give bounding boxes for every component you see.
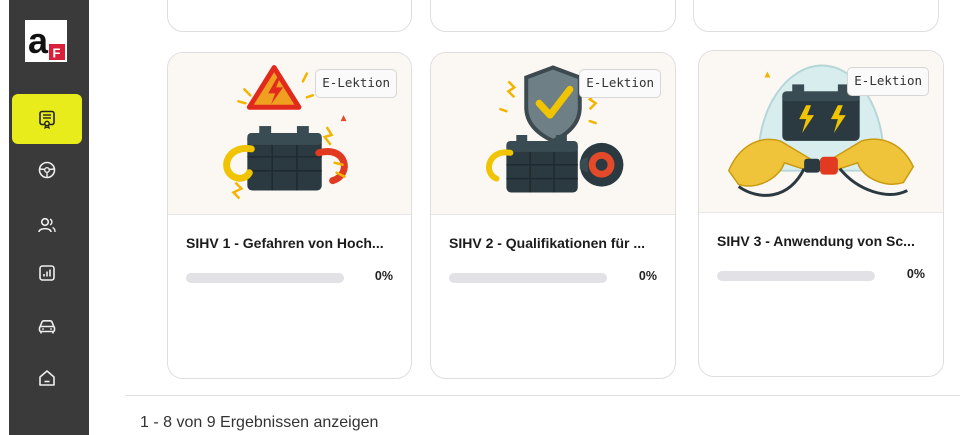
certificate-icon — [39, 110, 55, 129]
course-card-previous[interactable] — [693, 0, 939, 32]
course-card-previous[interactable] — [430, 0, 676, 32]
course-card[interactable]: E-Lektion SIHV 3 - Anwendung von Sc... 0… — [698, 50, 944, 377]
progress-bar — [449, 273, 607, 283]
card-image-area: E-Lektion — [699, 51, 943, 213]
wheel-icon — [38, 161, 56, 179]
chart-icon — [39, 265, 55, 281]
home-icon — [39, 370, 55, 386]
app-logo[interactable]: a F — [25, 20, 67, 62]
course-title: SIHV 1 - Gefahren von Hoch... — [186, 235, 384, 251]
logo-letter: a — [28, 20, 49, 61]
left-edge — [0, 0, 9, 435]
progress-percent: 0% — [374, 269, 393, 283]
course-title: SIHV 3 - Anwendung von Sc... — [717, 233, 915, 249]
users-icon — [38, 217, 56, 233]
sidebar-item-statistics[interactable] — [12, 248, 82, 298]
progress-bar — [717, 271, 875, 281]
course-card[interactable]: E-Lektion SIHV 1 - Gefahren von Hoch... … — [167, 52, 412, 379]
course-card-previous[interactable] — [167, 0, 412, 32]
sidebar-item-driving[interactable] — [12, 145, 82, 195]
car-icon — [38, 320, 56, 334]
lesson-type-badge: E-Lektion — [579, 69, 661, 98]
lesson-type-badge: E-Lektion — [847, 67, 929, 96]
logo-badge: F — [53, 46, 61, 61]
progress-percent: 0% — [638, 269, 657, 283]
progress-percent: 0% — [906, 267, 925, 281]
progress-bar — [186, 273, 344, 283]
sidebar: a F — [9, 0, 89, 435]
sidebar-item-home[interactable] — [12, 353, 82, 403]
sidebar-item-certificates[interactable] — [12, 94, 82, 144]
card-image-area: E-Lektion — [431, 53, 675, 215]
lesson-type-badge: E-Lektion — [315, 69, 397, 98]
card-image-area: E-Lektion — [168, 53, 411, 215]
divider — [125, 395, 960, 396]
sidebar-item-vehicles[interactable] — [12, 301, 82, 351]
results-summary: 1 - 8 von 9 Ergebnissen anzeigen — [140, 414, 379, 431]
course-title: SIHV 2 - Qualifikationen für ... — [449, 235, 646, 251]
course-card[interactable]: E-Lektion SIHV 2 - Qualifikationen für .… — [430, 52, 676, 379]
sidebar-item-users[interactable] — [12, 200, 82, 250]
